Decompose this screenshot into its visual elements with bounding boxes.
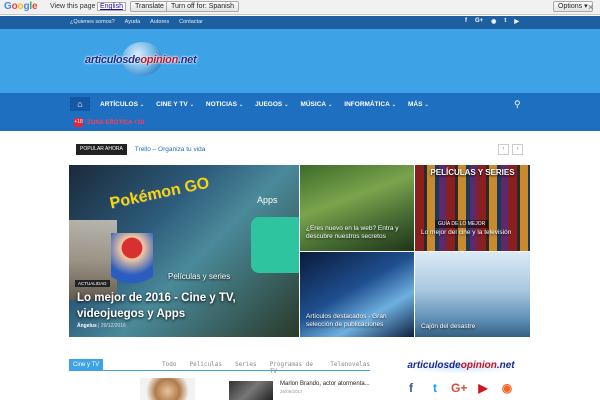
section-cine-tv: Cine y TV Todo Películas Series Programa… bbox=[69, 359, 370, 375]
tile-caption: Artículos destacados - Gran selección de… bbox=[306, 313, 387, 328]
link-quienes-somos[interactable]: ¿Quienes somos? bbox=[70, 19, 115, 25]
menu-item-articulos[interactable]: ARTÍCULOS ⌄ bbox=[100, 101, 144, 108]
trending-arrows: ‹ › bbox=[498, 144, 523, 155]
home-icon[interactable]: ⌂ bbox=[70, 97, 90, 111]
chevron-down-icon: ⌄ bbox=[189, 101, 194, 108]
turn-off-button[interactable]: Turn off for: Spanish bbox=[166, 1, 240, 12]
post-thumbnail[interactable] bbox=[229, 381, 273, 400]
menu-item-informatica[interactable]: INFORMÁTICA ⌄ bbox=[344, 101, 396, 108]
chevron-left-icon[interactable]: ‹ bbox=[498, 144, 509, 155]
trending-bar: POPULAR AHORA Trello – Organiza tu vida bbox=[76, 144, 205, 155]
mario-figure bbox=[111, 233, 153, 293]
post-thumbnail[interactable] bbox=[140, 378, 195, 400]
language-select[interactable]: English bbox=[97, 2, 126, 11]
apps-label: Apps bbox=[257, 195, 278, 205]
post-date: 26/06/2017 bbox=[280, 389, 303, 394]
translate-button[interactable]: Translate bbox=[130, 1, 169, 12]
tile-caption: Cajón del desastre bbox=[421, 323, 476, 330]
top-bar: ¿Quienes somos? Ayuda Autores Contactar … bbox=[0, 16, 600, 29]
pokemon-logo: Pokémon GO bbox=[108, 174, 211, 213]
rss-icon[interactable]: ◉ bbox=[491, 18, 496, 25]
tile-banner: PELÍCULAS Y SERIES bbox=[430, 168, 515, 177]
chevron-down-icon: ⌄ bbox=[238, 101, 244, 108]
tile-cajon[interactable]: Cajón del desastre bbox=[415, 252, 530, 337]
top-links: ¿Quienes somos? Ayuda Autores Contactar bbox=[70, 19, 203, 25]
tab-telenovelas[interactable]: Telenovelas bbox=[330, 361, 370, 375]
category-badge[interactable]: ACTUALIDAD bbox=[75, 280, 110, 287]
series-label: Películas y series bbox=[168, 272, 231, 281]
post-date: 29/12/2016 bbox=[100, 323, 126, 329]
youtube-icon[interactable]: ▶ bbox=[514, 18, 519, 25]
app-icon bbox=[251, 217, 299, 273]
close-icon[interactable]: × bbox=[588, 2, 593, 12]
adult-icon: +18 bbox=[74, 118, 83, 127]
youtube-icon[interactable]: ▶ bbox=[475, 380, 491, 396]
tab-peliculas[interactable]: Películas bbox=[189, 361, 222, 375]
link-autores[interactable]: Autores bbox=[150, 19, 169, 25]
zona-erotica-link[interactable]: +18 ZONA EROTICA +18 bbox=[74, 118, 144, 127]
chevron-down-icon: ⌄ bbox=[328, 101, 333, 108]
google-logo: Google bbox=[4, 1, 38, 12]
tile-nuevo[interactable]: ¿Eres nuevo en la web? Entra y descubre … bbox=[300, 165, 414, 251]
link-ayuda[interactable]: Ayuda bbox=[125, 19, 141, 25]
site-logo[interactable]: articulosdeopinion.net bbox=[85, 42, 205, 80]
google-plus-icon[interactable]: G+ bbox=[475, 18, 483, 25]
section-title: Cine y TV bbox=[69, 359, 104, 371]
link-contactar[interactable]: Contactar bbox=[179, 19, 203, 25]
trending-link[interactable]: Trello – Organiza tu vida bbox=[135, 146, 206, 153]
google-plus-icon[interactable]: G+ bbox=[451, 380, 467, 396]
featured-image-person bbox=[69, 220, 117, 300]
rss-icon[interactable]: ◉ bbox=[499, 380, 515, 396]
menu-item-juegos[interactable]: JUEGOS ⌄ bbox=[255, 101, 288, 108]
featured-title[interactable]: Lo mejor de 2016 - Cine y TV, videojuego… bbox=[77, 290, 287, 322]
tile-caption: Lo mejor del cine y la televisión bbox=[421, 229, 512, 236]
options-button[interactable]: Options ▾ bbox=[553, 1, 593, 12]
tile-destacados[interactable]: Artículos destacados - Gran selección de… bbox=[300, 252, 414, 337]
facebook-icon[interactable]: f bbox=[465, 18, 467, 25]
menu-item-cine-tv[interactable]: CINE Y TV ⌄ bbox=[156, 101, 194, 108]
trending-badge: POPULAR AHORA bbox=[76, 144, 127, 155]
chevron-down-icon: ⌄ bbox=[424, 101, 429, 108]
featured-meta: Ángelus | 29/12/2016 bbox=[77, 323, 126, 329]
tab-programas-tv[interactable]: Programas de TV bbox=[270, 361, 318, 375]
tab-todo[interactable]: Todo bbox=[162, 361, 176, 375]
tile-sub: GUÍA DE LO MEJOR bbox=[435, 220, 489, 228]
translate-bar: Google View this page in: English Transl… bbox=[0, 0, 600, 15]
chevron-down-icon: ⌄ bbox=[391, 101, 396, 108]
menu-item-noticias[interactable]: NOTICIAS ⌄ bbox=[206, 101, 243, 108]
chevron-down-icon: ⌄ bbox=[284, 101, 289, 108]
chevron-right-icon[interactable]: › bbox=[512, 144, 523, 155]
site-header: articulosdeopinion.net bbox=[0, 29, 600, 93]
tab-series[interactable]: Series bbox=[235, 361, 257, 375]
twitter-icon[interactable]: t bbox=[504, 18, 506, 25]
author-link[interactable]: Ángelus bbox=[77, 323, 97, 329]
chevron-down-icon: ⌄ bbox=[139, 101, 145, 108]
post-title[interactable]: Marlon Brando, actor atormenta... bbox=[280, 381, 370, 387]
featured-post[interactable]: Pokémon GO Apps Películas y series ACTUA… bbox=[69, 165, 299, 337]
facebook-icon[interactable]: f bbox=[403, 380, 419, 396]
menu-item-mas[interactable]: MÁS ⌄ bbox=[408, 101, 429, 108]
section-tabs: Todo Películas Series Programas de TV Te… bbox=[162, 361, 370, 375]
twitter-icon[interactable]: t bbox=[427, 380, 443, 396]
menu-item-musica[interactable]: MÚSICA ⌄ bbox=[300, 101, 332, 108]
search-icon[interactable]: ⚲ bbox=[514, 99, 521, 110]
post-item[interactable]: Marlon Brando, actor atormenta... 26/06/… bbox=[280, 381, 370, 394]
sidebar-logo[interactable]: articulosdeopinion.net bbox=[403, 360, 519, 374]
main-menu: ⌂ ARTÍCULOS ⌄ CINE Y TV ⌄ NOTICIAS ⌄ JUEGOS… bbox=[0, 93, 600, 131]
tile-peliculas-series[interactable]: PELÍCULAS Y SERIES GUÍA DE LO MEJOR Lo m… bbox=[415, 165, 530, 251]
sidebar-social: f t G+ ▶ ◉ bbox=[403, 380, 515, 396]
top-social: f G+ ◉ t ▶ bbox=[465, 18, 519, 25]
tile-caption: ¿Eres nuevo en la web? Entra y descubre … bbox=[306, 225, 399, 240]
